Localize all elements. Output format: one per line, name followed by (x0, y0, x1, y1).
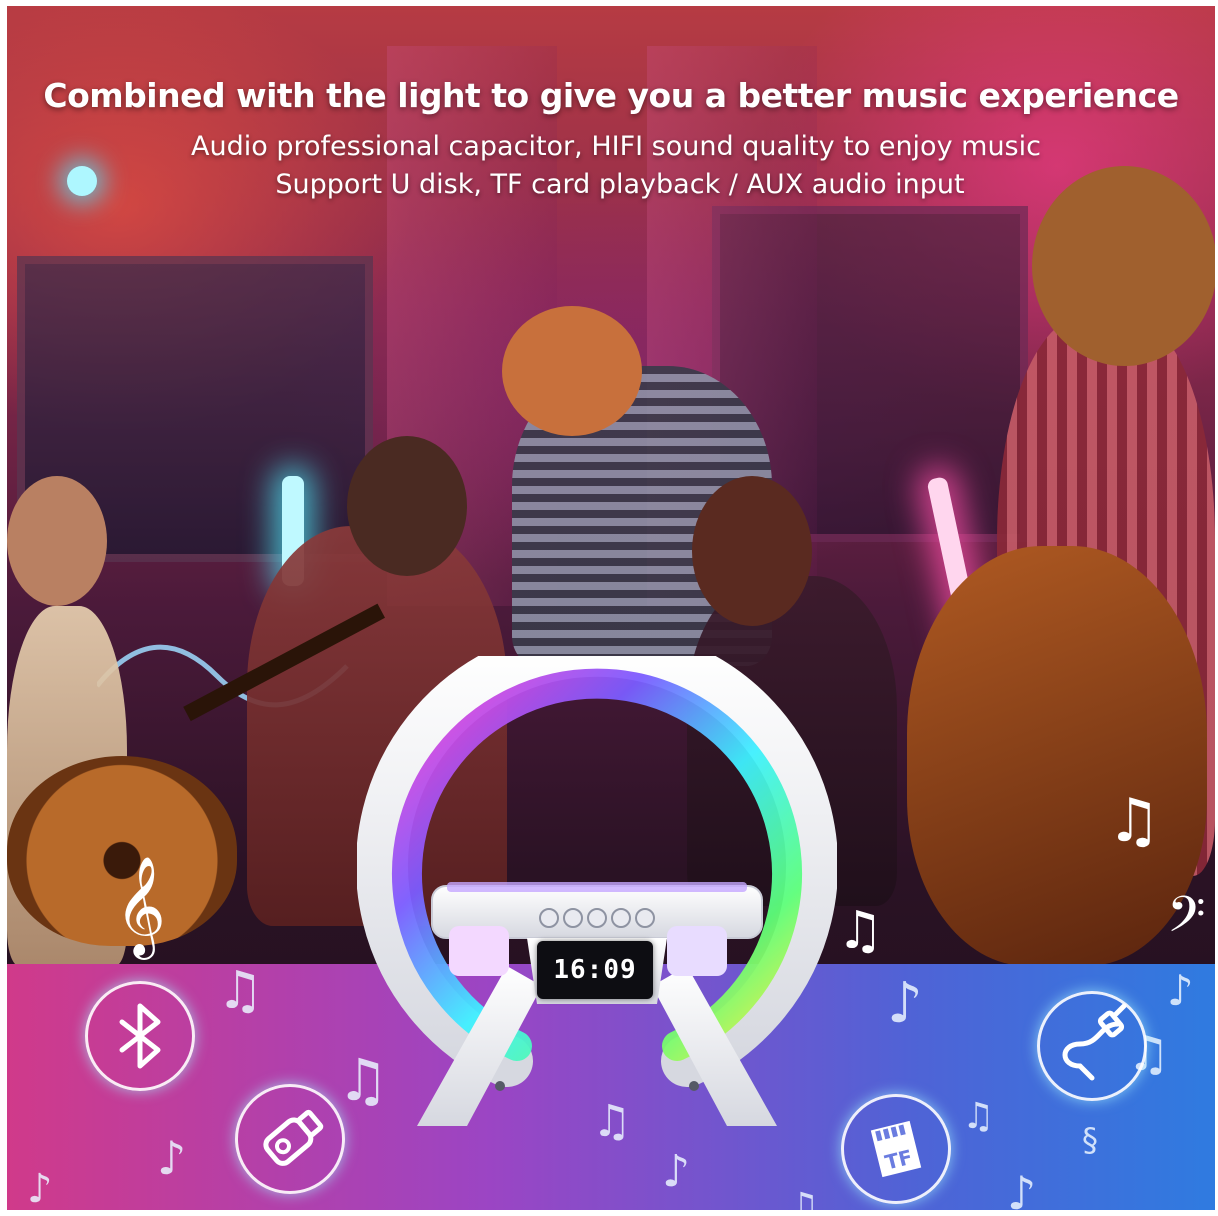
treble-clef-icon: 𝄞 (115, 856, 166, 956)
music-note-icon: § (1082, 1121, 1098, 1159)
person-center-left-head (347, 436, 467, 576)
page-frame: Combined with the light to give you a be… (0, 0, 1218, 1216)
speaker-button (635, 908, 655, 928)
tf-card-feature: TF (841, 1094, 951, 1204)
person-seated-woman-head (692, 476, 812, 626)
tf-card-icon: TF (870, 1120, 922, 1178)
music-note-icon: ♫ (217, 961, 264, 1021)
music-note-icon: ♪ (887, 971, 923, 1036)
aux-feature (1037, 991, 1147, 1101)
music-note-icon: ♫ (837, 901, 884, 961)
lifestyle-photo: Combined with the light to give you a be… (7, 6, 1215, 1210)
aux-cable-icon (1062, 1003, 1127, 1081)
speaker-button (587, 908, 607, 928)
speaker-button (611, 908, 631, 928)
bass-clef-icon: 𝄢 (1167, 886, 1206, 956)
clock-display: 16:09 (537, 941, 653, 999)
speaker-lamp-product (357, 656, 837, 1126)
subheadline-playback-support: Support U disk, TF card playback / AUX a… (275, 169, 965, 200)
double-bass (907, 546, 1207, 966)
usb-drive-icon (263, 1109, 324, 1166)
subheadline-sound-quality: Audio professional capacitor, HIFI sound… (191, 131, 1041, 162)
bluetooth-icon (119, 1003, 161, 1069)
music-note-icon: ♪ (662, 1146, 691, 1197)
music-note-icon: ♪ (1167, 966, 1194, 1015)
u-disk-feature (235, 1084, 345, 1194)
speaker-button (563, 908, 583, 928)
person-guitarist-head (7, 476, 107, 606)
music-note-icon: ♪ (157, 1131, 187, 1185)
music-note-icon: ♫ (787, 1186, 820, 1210)
headline: Combined with the light to give you a be… (43, 76, 1179, 115)
music-note-icon: ♫ (962, 1096, 995, 1137)
music-note-icon: ♫ (1107, 786, 1161, 856)
music-note-icon: ♪ (27, 1166, 53, 1210)
bluetooth-feature (85, 981, 195, 1091)
speaker-button (539, 908, 559, 928)
music-note-icon: ♪ (1007, 1166, 1037, 1210)
person-standing-head (502, 306, 642, 436)
